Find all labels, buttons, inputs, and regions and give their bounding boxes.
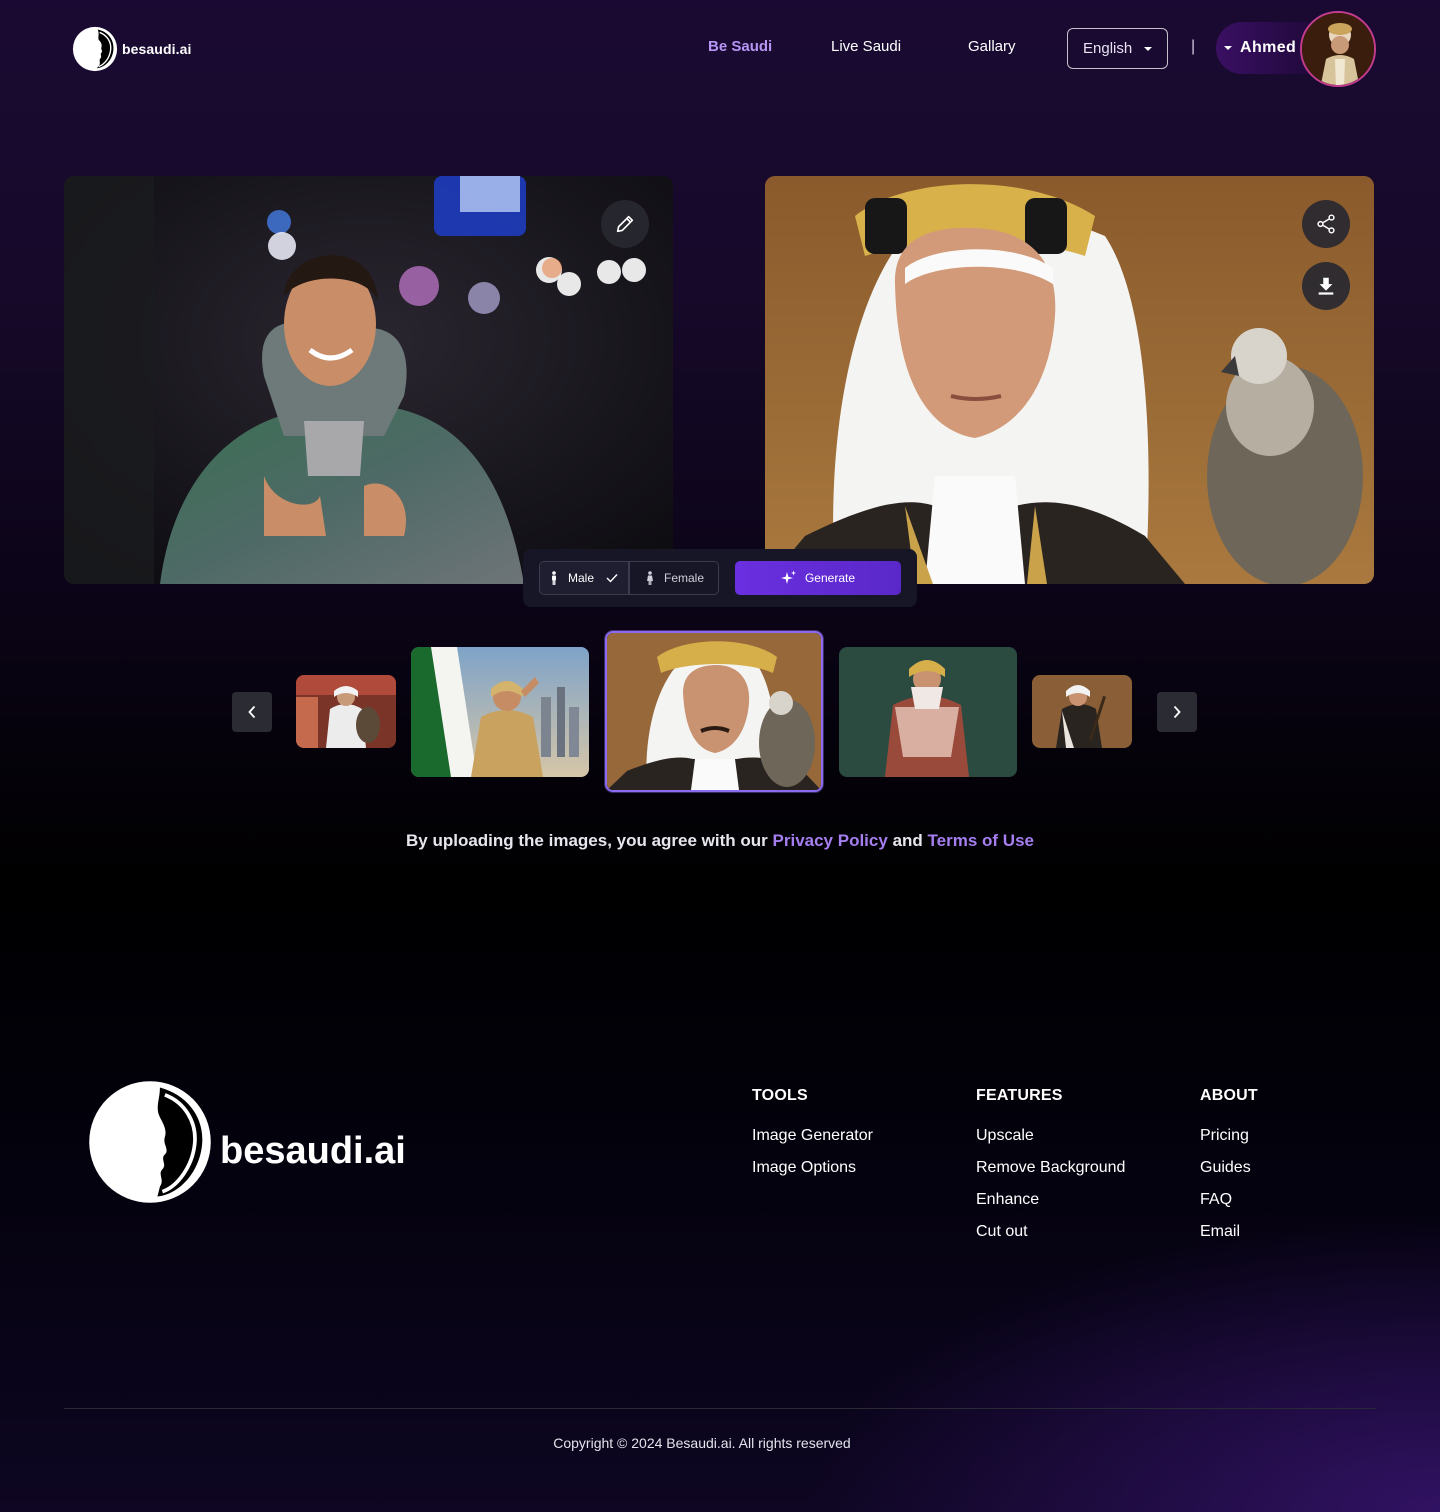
carousel-prev-button[interactable]	[232, 692, 272, 732]
pencil-icon	[616, 215, 634, 233]
footer-link-email[interactable]: Email	[1200, 1216, 1251, 1248]
checkmark-icon	[606, 574, 618, 583]
footer-features-list: Upscale Remove Background Enhance Cut ou…	[976, 1120, 1125, 1248]
footer-about-list: Pricing Guides FAQ Email	[1200, 1120, 1251, 1248]
footer-logo[interactable]: besaudi.ai	[88, 1080, 406, 1204]
footer-link-pricing[interactable]: Pricing	[1200, 1120, 1251, 1152]
generate-label: Generate	[804, 571, 856, 585]
gender-female-option[interactable]: Female	[629, 561, 719, 595]
language-select[interactable]: English	[1067, 28, 1168, 69]
carousel-next-button[interactable]	[1157, 692, 1197, 732]
download-button[interactable]	[1302, 262, 1350, 310]
generate-button[interactable]: Generate	[735, 561, 901, 595]
carousel-thumb-5[interactable]	[1032, 675, 1132, 748]
header-logo[interactable]: besaudi.ai	[72, 26, 191, 72]
footer-tools-list: Image Generator Image Options	[752, 1120, 873, 1184]
footer-divider	[64, 1408, 1376, 1409]
consent-and: and	[892, 831, 923, 850]
result-photo	[765, 176, 1374, 584]
footer-link-upscale[interactable]: Upscale	[976, 1120, 1125, 1152]
footer-features-heading: FEATURES	[976, 1087, 1063, 1104]
header-divider: |	[1191, 38, 1196, 55]
footer-logo-text: besaudi.ai	[220, 1129, 406, 1172]
copyright-text: Copyright © 2024 Besaudi.ai. All rights …	[553, 1435, 851, 1451]
avatar[interactable]	[1300, 11, 1376, 87]
source-photo	[64, 176, 673, 584]
carousel-thumb-1[interactable]	[296, 675, 396, 748]
carousel-thumb-3-selected[interactable]	[605, 631, 823, 792]
logo-mark-icon	[89, 1081, 211, 1203]
footer-link-remove-background[interactable]: Remove Background	[976, 1152, 1125, 1184]
consent-text: By uploading the images, you agree with …	[0, 831, 1440, 851]
carousel-thumb-2[interactable]	[411, 647, 589, 777]
gender-female-label: Female	[664, 571, 705, 585]
footer-link-guides[interactable]: Guides	[1200, 1152, 1251, 1184]
gender-male-label: Male	[568, 571, 595, 585]
user-name: Ahmed	[1240, 39, 1297, 56]
nav-be-saudi[interactable]: Be Saudi	[708, 38, 772, 55]
privacy-policy-link[interactable]: Privacy Policy	[773, 831, 888, 850]
logo-text: besaudi.ai	[122, 41, 192, 57]
footer-about-heading: ABOUT	[1200, 1087, 1258, 1104]
gender-male-option[interactable]: Male	[539, 561, 629, 595]
chevron-left-icon	[248, 705, 256, 719]
footer-link-enhance[interactable]: Enhance	[976, 1184, 1125, 1216]
chevron-right-icon	[1173, 705, 1181, 719]
share-button[interactable]	[1302, 200, 1350, 248]
share-icon	[1317, 214, 1335, 234]
sparkle-icon	[780, 570, 796, 584]
generate-control-bar: Male Female Generate	[523, 549, 917, 607]
footer-link-image-options[interactable]: Image Options	[752, 1152, 873, 1184]
footer-link-cut-out[interactable]: Cut out	[976, 1216, 1125, 1248]
footer-tools-heading: TOOLS	[752, 1087, 808, 1104]
logo-mark-icon	[72, 26, 118, 72]
language-value: English	[1083, 40, 1133, 57]
user-menu-caret-icon	[1224, 46, 1232, 50]
nav-gallary[interactable]: Gallary	[968, 38, 1016, 55]
footer-link-image-generator[interactable]: Image Generator	[752, 1120, 873, 1152]
footer-link-faq[interactable]: FAQ	[1200, 1184, 1251, 1216]
male-icon	[552, 571, 556, 585]
chevron-down-icon	[1144, 46, 1153, 51]
carousel-thumb-4[interactable]	[839, 647, 1017, 777]
nav-live-saudi[interactable]: Live Saudi	[831, 38, 901, 55]
download-icon	[1318, 277, 1334, 295]
terms-of-use-link[interactable]: Terms of Use	[928, 831, 1034, 850]
female-icon	[647, 571, 653, 585]
consent-prefix: By uploading the images, you agree with …	[406, 831, 768, 850]
edit-button[interactable]	[601, 200, 649, 248]
